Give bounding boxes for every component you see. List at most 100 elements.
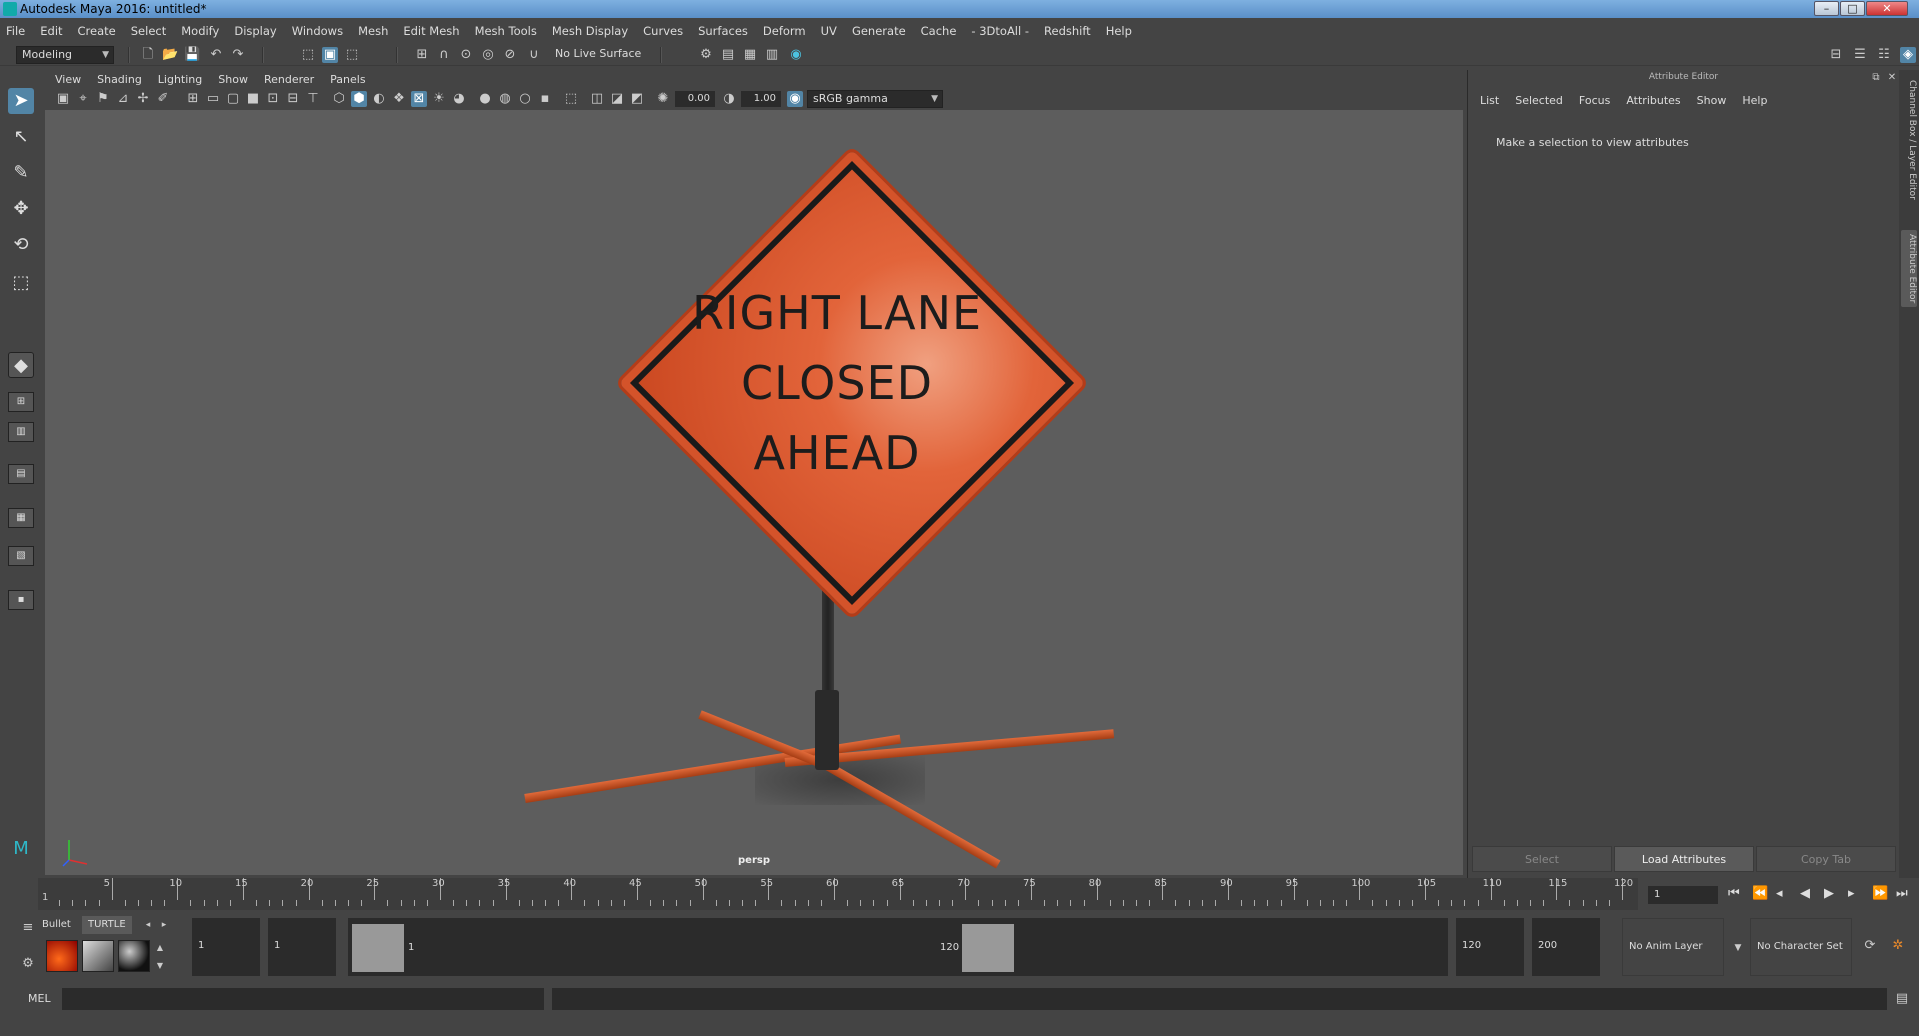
undo-icon[interactable]: ↶ <box>208 47 224 63</box>
magnet-icon[interactable]: ∪ <box>526 47 542 63</box>
play-backwards-icon[interactable]: ◀ <box>1800 886 1810 901</box>
xray-joints-icon[interactable]: ◪ <box>609 91 625 107</box>
attr-menu-help[interactable]: Help <box>1742 94 1767 107</box>
persp-graph-layout-icon[interactable]: ▤ <box>8 464 34 484</box>
color-management-icon[interactable]: ◉ <box>787 91 803 107</box>
select-tool-icon[interactable]: ➤ <box>8 88 34 114</box>
hypershade-icon[interactable]: ◉ <box>788 47 804 63</box>
range-start-handle[interactable] <box>352 924 404 972</box>
load-attributes-button[interactable]: Load Attributes <box>1614 846 1754 872</box>
attribute-editor-toggle-icon[interactable]: ☰ <box>1852 47 1868 63</box>
camera-attributes-icon[interactable]: ⌖ <box>75 91 91 107</box>
character-set-dropdown[interactable]: No Character Set <box>1750 918 1852 976</box>
new-scene-icon[interactable]: 🗋 <box>140 47 156 63</box>
anim-layer-dropdown[interactable]: No Anim Layer <box>1622 918 1724 976</box>
go-to-start-icon[interactable]: ⏮ <box>1728 886 1740 901</box>
maximize-button[interactable]: □ <box>1840 1 1865 16</box>
use-default-material-icon[interactable]: ◐ <box>371 91 387 107</box>
select-component-icon[interactable]: ⬚ <box>344 47 360 63</box>
resolution-gate-icon[interactable]: ▢ <box>225 91 241 107</box>
save-scene-icon[interactable]: 💾 <box>184 47 200 63</box>
close-button[interactable]: ✕ <box>1866 1 1908 16</box>
panel-menu-shading[interactable]: Shading <box>97 73 142 86</box>
isolate-select-icon[interactable]: ⬚ <box>563 91 579 107</box>
panel-menu-view[interactable]: View <box>55 73 81 86</box>
perspective-viewport[interactable]: RIGHT LANE CLOSED AHEAD persp <box>45 110 1463 875</box>
step-back-frame-icon[interactable]: ⏪ <box>1752 886 1768 901</box>
hypershade-layout-icon[interactable]: ▧ <box>8 546 34 566</box>
grid-icon[interactable]: ⊞ <box>185 91 201 107</box>
menu-select[interactable]: Select <box>131 24 166 38</box>
open-scene-icon[interactable]: 📂 <box>162 47 178 63</box>
custom-layout-icon[interactable]: ▪ <box>8 590 34 610</box>
copy-tab-button[interactable]: Copy Tab <box>1756 846 1896 872</box>
panel-menu-panels[interactable]: Panels <box>330 73 365 86</box>
menu-3dtoall[interactable]: - 3DtoAll - <box>971 24 1029 38</box>
menu-uv[interactable]: UV <box>821 24 837 38</box>
live-surface-field[interactable]: No Live Surface <box>550 46 644 64</box>
select-hierarchy-icon[interactable]: ⬚ <box>300 47 316 63</box>
shelf-settings-icon[interactable]: ⚙ <box>20 956 36 972</box>
render-settings-icon[interactable]: ⚙ <box>698 47 714 63</box>
wireframe-icon[interactable]: ⬡ <box>331 91 347 107</box>
playback-start-field[interactable]: 1 <box>268 918 336 976</box>
command-input[interactable] <box>62 988 544 1010</box>
menu-help[interactable]: Help <box>1106 24 1132 38</box>
tab-attribute-editor[interactable]: Attribute Editor <box>1901 230 1917 308</box>
smooth-shade-icon[interactable]: ⬢ <box>351 91 367 107</box>
animation-preferences-icon[interactable]: ✲ <box>1890 938 1906 954</box>
animation-end-field[interactable]: 200 <box>1532 918 1600 976</box>
float-panel-icon[interactable]: ⧉ <box>1868 70 1884 86</box>
depth-of-field-icon[interactable]: ▪ <box>537 91 553 107</box>
select-button[interactable]: Select <box>1472 846 1612 872</box>
snap-curve-icon[interactable]: ∩ <box>436 47 452 63</box>
xray-icon[interactable]: ◫ <box>589 91 605 107</box>
panel-menu-lighting[interactable]: Lighting <box>158 73 202 86</box>
range-end-handle[interactable] <box>962 924 1014 972</box>
use-all-lights-icon[interactable]: ☀ <box>431 91 447 107</box>
attr-menu-show[interactable]: Show <box>1697 94 1727 107</box>
shelf-scroll-down-icon[interactable]: ▼ <box>152 958 168 974</box>
animation-start-field[interactable]: 1 <box>192 918 260 976</box>
menu-cache[interactable]: Cache <box>921 24 957 38</box>
modeling-toolkit-icon[interactable]: ⊟ <box>1828 47 1844 63</box>
snap-view-plane-icon[interactable]: ◎ <box>480 47 496 63</box>
bake-lightmap-icon[interactable] <box>46 940 78 972</box>
four-view-layout-icon[interactable]: ⊞ <box>8 392 34 412</box>
range-slider-track[interactable] <box>348 918 1448 976</box>
tab-channel-box[interactable]: Channel Box / Layer Editor <box>1901 80 1917 200</box>
exposure-icon[interactable]: ✺ <box>655 91 671 107</box>
render-region-icon[interactable] <box>82 940 114 972</box>
menu-mesh-display[interactable]: Mesh Display <box>552 24 628 38</box>
step-back-key-icon[interactable]: ◂ <box>1776 886 1783 901</box>
ipr-render-icon[interactable]: ▥ <box>764 47 780 63</box>
step-forward-frame-icon[interactable]: ⏩ <box>1872 886 1888 901</box>
snap-point-icon[interactable]: ⊙ <box>458 47 474 63</box>
auto-key-icon[interactable]: ⟳ <box>1862 938 1878 954</box>
script-language-label[interactable]: MEL <box>28 992 51 1005</box>
current-frame-field[interactable]: 1 <box>1648 886 1718 904</box>
scale-tool-icon[interactable]: ⬚ <box>8 270 34 296</box>
menu-redshift[interactable]: Redshift <box>1044 24 1091 38</box>
render-view-icon[interactable]: ▤ <box>720 47 736 63</box>
tool-settings-icon[interactable]: ☷ <box>1876 47 1892 63</box>
shelf-tab-left-icon[interactable]: ◂ <box>140 917 156 933</box>
lasso-tool-icon[interactable]: ↖ <box>8 124 34 150</box>
single-perspective-view-icon[interactable]: ◆ <box>8 352 34 378</box>
time-slider[interactable]: 1 5 10 15 20 25 30 35 40 45 50 55 60 65 70 75 80 85 90 95 10… <box>38 878 1638 910</box>
playback-end-field[interactable]: 120 <box>1456 918 1524 976</box>
panel-menu-renderer[interactable]: Renderer <box>264 73 314 86</box>
screen-space-ao-icon[interactable]: ● <box>477 91 493 107</box>
safe-title-icon[interactable]: ⊤ <box>305 91 321 107</box>
select-object-icon[interactable]: ▣ <box>322 47 338 63</box>
grease-pencil-icon[interactable]: ✐ <box>155 91 171 107</box>
shelf-scroll-up-icon[interactable]: ▲ <box>152 940 168 956</box>
make-live-icon[interactable]: ⊘ <box>502 47 518 63</box>
menu-windows[interactable]: Windows <box>292 24 343 38</box>
shelf-tab-turtle[interactable]: TURTLE <box>82 916 132 934</box>
film-gate-icon[interactable]: ▭ <box>205 91 221 107</box>
attr-menu-list[interactable]: List <box>1480 94 1499 107</box>
menu-curves[interactable]: Curves <box>643 24 683 38</box>
exposure-field[interactable]: 0.00 <box>675 91 715 107</box>
go-to-end-icon[interactable]: ⏭ <box>1896 886 1908 901</box>
